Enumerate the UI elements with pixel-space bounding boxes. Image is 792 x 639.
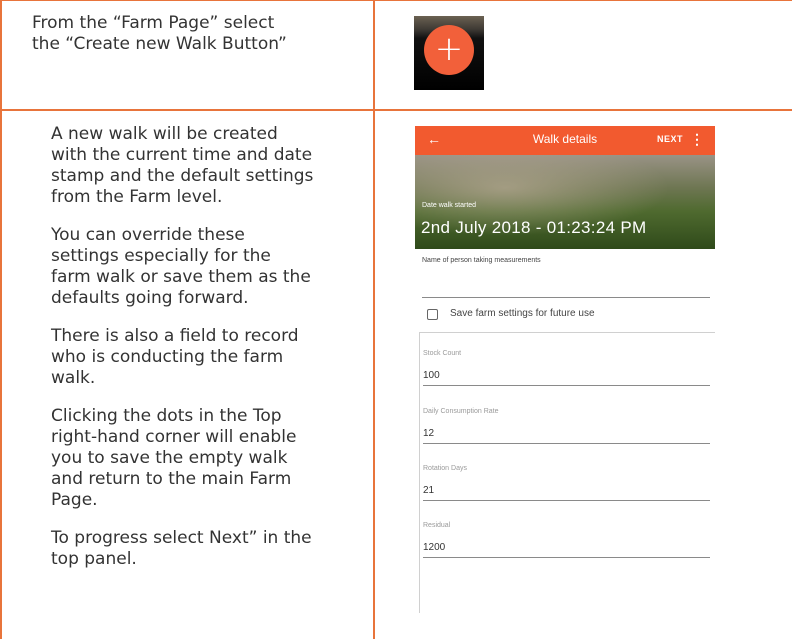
text-line: farm walk or save them as the: [51, 267, 311, 287]
table-row-divider: [0, 109, 792, 111]
table-left-border: [0, 0, 2, 639]
paragraph-override: You can override these settings especial…: [51, 225, 313, 309]
stock-count-input[interactable]: 100: [423, 370, 440, 381]
text-line: and return to the main Farm: [51, 469, 292, 489]
daily-consumption-underline: [423, 443, 710, 444]
rotation-days-underline: [423, 500, 710, 501]
farm-banner: Date walk started 2nd July 2018 - 01:23:…: [415, 155, 715, 249]
text-line: defaults going forward.: [51, 288, 249, 308]
text-line: Clicking the dots in the Top: [51, 406, 282, 426]
stock-count-underline: [423, 385, 710, 386]
next-button[interactable]: NEXT: [657, 134, 683, 144]
person-name-input[interactable]: [422, 276, 710, 294]
daily-consumption-input[interactable]: 12: [423, 428, 434, 439]
text-line: From the “Farm Page” select: [32, 13, 275, 33]
paragraph-created: A new walk will be created with the curr…: [51, 124, 313, 208]
create-walk-button-image: +: [414, 16, 484, 90]
residual-underline: [423, 557, 710, 558]
date-walk-started-value: 2nd July 2018 - 01:23:24 PM: [421, 218, 647, 237]
rotation-days-input[interactable]: 21: [423, 485, 434, 496]
paragraph-progress: To progress select Next” in the top pane…: [51, 528, 313, 570]
text-line: right-hand corner will enable: [51, 427, 297, 447]
date-walk-started-label: Date walk started: [422, 202, 477, 209]
residual-input[interactable]: 1200: [423, 542, 445, 553]
farm-settings-panel: [419, 332, 715, 613]
app-bar: ← Walk details NEXT ⋮: [415, 126, 715, 155]
walk-details-screenshot: ← Walk details NEXT ⋮ Date walk started …: [415, 126, 715, 613]
text-line: the “Create new Walk Button”: [32, 34, 287, 54]
text-line: Page.: [51, 490, 98, 510]
step-2-instructions: A new walk will be created with the curr…: [51, 124, 313, 587]
text-line: from the Farm level.: [51, 187, 223, 207]
text-line: you to save the empty walk: [51, 448, 288, 468]
text-line: A new walk will be created: [51, 124, 278, 144]
text-line: who is conducting the farm: [51, 347, 284, 367]
paragraph-dots: Clicking the dots in the Top right-hand …: [51, 406, 313, 511]
paragraph-field: There is also a field to record who is c…: [51, 326, 313, 389]
step-1-instruction: From the “Farm Page” select the “Create …: [32, 13, 287, 55]
text-line: There is also a field to record: [51, 326, 299, 346]
text-line: settings especially for the: [51, 246, 271, 266]
person-name-underline: [422, 297, 710, 298]
stock-count-label: Stock Count: [423, 350, 462, 357]
daily-consumption-label: Daily Consumption Rate: [423, 408, 499, 415]
save-settings-checkbox[interactable]: [427, 309, 438, 320]
text-line: You can override these: [51, 225, 245, 245]
text-line: top panel.: [51, 549, 137, 569]
save-settings-label: Save farm settings for future use: [450, 308, 595, 319]
text-line: with the current time and date: [51, 145, 313, 165]
residual-label: Residual: [423, 522, 451, 529]
text-line: walk.: [51, 368, 96, 388]
table-column-divider: [373, 0, 375, 639]
text-line: stamp and the default settings: [51, 166, 314, 186]
rotation-days-label: Rotation Days: [423, 465, 467, 472]
plus-icon[interactable]: +: [424, 25, 474, 75]
more-vert-icon[interactable]: ⋮: [690, 131, 704, 148]
table-top-border: [0, 0, 792, 1]
text-line: To progress select Next” in the: [51, 528, 312, 548]
person-name-label: Name of person taking measurements: [422, 257, 541, 264]
